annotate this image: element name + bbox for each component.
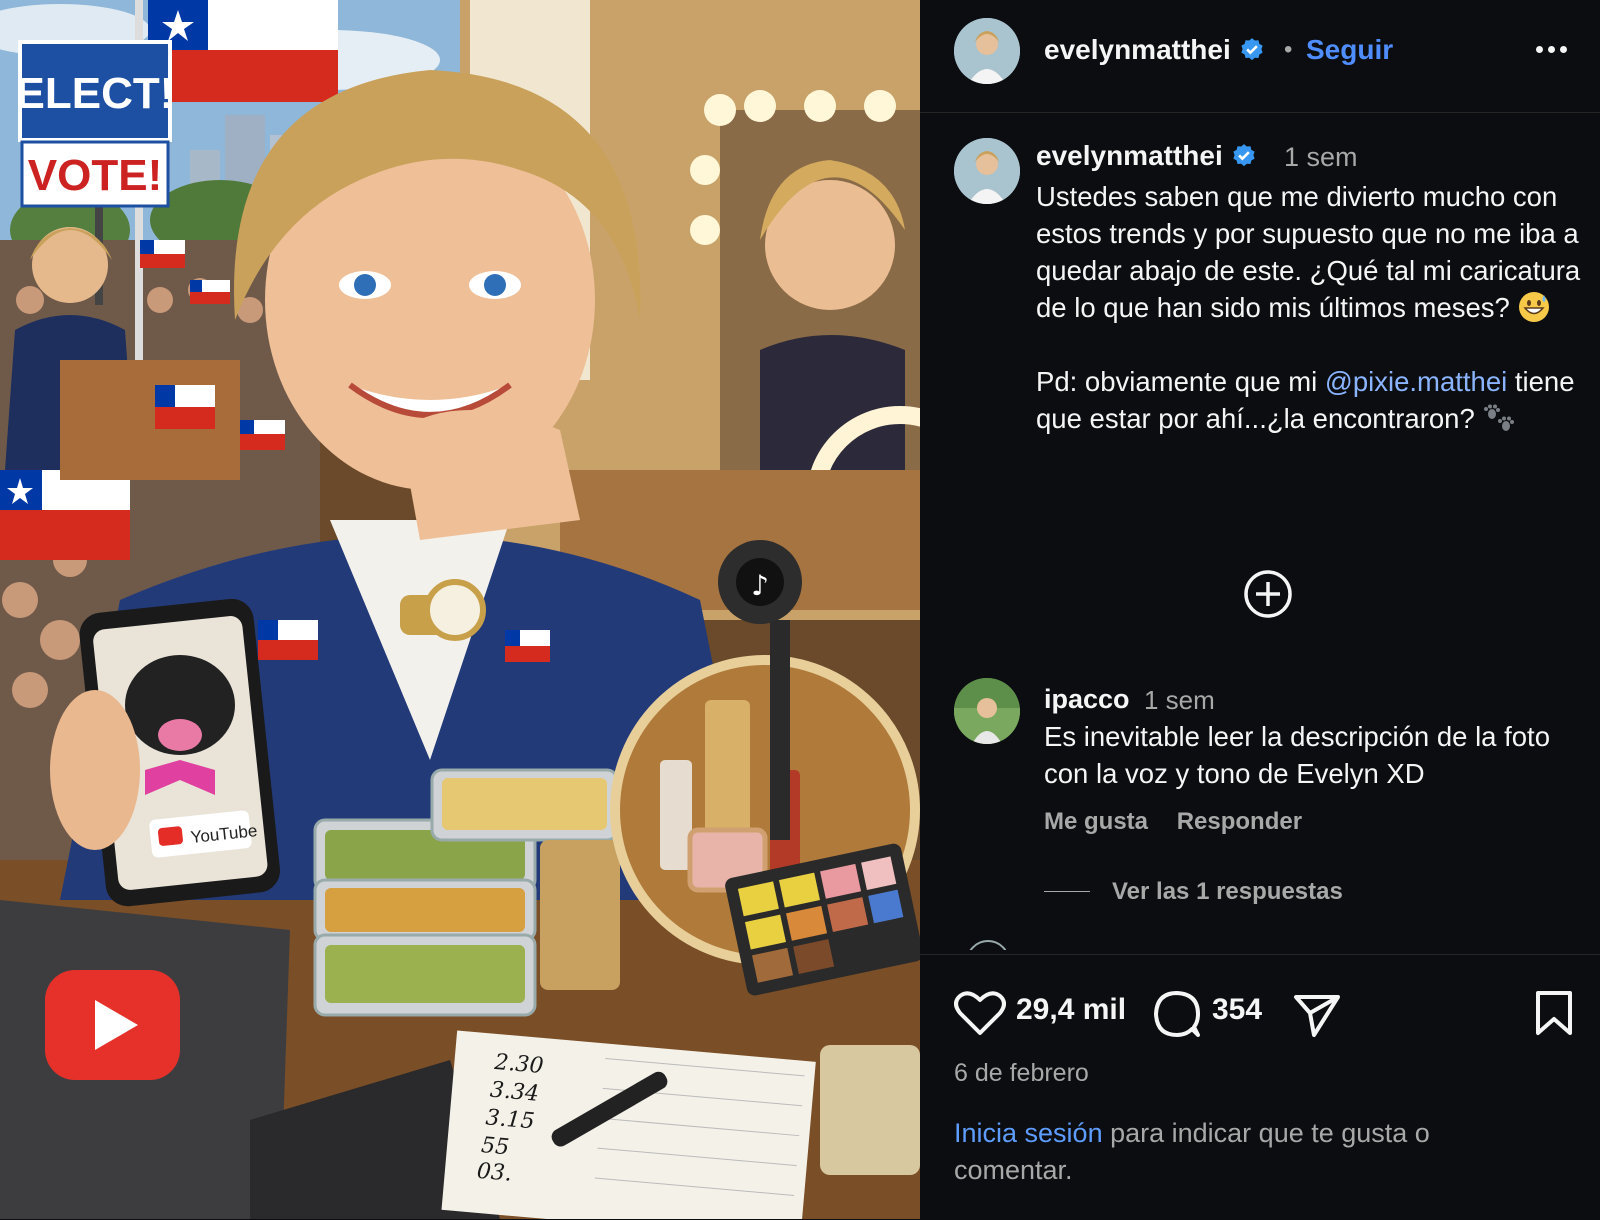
grinning-sweat-emoji-icon <box>1518 292 1549 322</box>
caption-text-part2: Pd: obviamente que mi <box>1036 366 1318 397</box>
verified-badge-icon <box>1241 38 1263 61</box>
post-date[interactable]: 6 de febrero <box>954 1059 1089 1088</box>
paw-prints-emoji-icon <box>1484 404 1515 431</box>
follow-button[interactable]: Seguir <box>1306 34 1393 66</box>
login-link[interactable]: Inicia sesión <box>954 1118 1103 1148</box>
header-separator: • <box>1284 36 1293 63</box>
post-side-panel: evelynmatthei • Seguir evelynmatthei 1 s… <box>920 0 1600 1220</box>
commenter-username[interactable]: ipacco <box>1044 684 1130 715</box>
load-more-comments-icon[interactable] <box>1242 568 1294 620</box>
notebook-value-1: 2.30 <box>492 1050 544 1079</box>
post-image[interactable]: ELECT! VOTE! YouTube ♪ 2.30 3.34 3.15 55… <box>0 0 920 1219</box>
next-comment-avatar <box>966 940 1006 950</box>
share-paper-plane-icon[interactable] <box>1292 991 1342 1039</box>
author-avatar[interactable] <box>954 18 1020 84</box>
comment-timestamp[interactable]: 1 sem <box>1144 685 1215 716</box>
caption-text: Ustedes saben que me divierto mucho con … <box>1036 178 1581 437</box>
commenter-avatar[interactable] <box>954 678 1020 744</box>
caption-text-part1: Ustedes saben que me divierto mucho con … <box>1036 181 1588 323</box>
post-header: evelynmatthei • Seguir <box>920 0 1600 113</box>
svg-text:♪: ♪ <box>751 569 769 602</box>
author-username[interactable]: evelynmatthei <box>1044 34 1265 66</box>
comment-count[interactable]: 354 <box>1212 993 1262 1027</box>
caption-avatar[interactable] <box>954 138 1020 204</box>
caricature-illustration: ELECT! VOTE! YouTube ♪ 2.30 3.34 3.15 55… <box>0 0 920 1219</box>
comment-bubble-icon[interactable] <box>1152 989 1202 1039</box>
heart-icon[interactable] <box>954 989 1006 1037</box>
caption-username-text[interactable]: evelynmatthei <box>1036 140 1223 171</box>
author-username-text[interactable]: evelynmatthei <box>1044 34 1231 65</box>
notebook-value-5: 03. <box>476 1159 513 1187</box>
comment-reply-button[interactable]: Responder <box>1177 808 1302 835</box>
verified-badge-icon <box>1233 144 1255 167</box>
notebook-value-3: 3.15 <box>485 1105 536 1134</box>
post-viewer: ELECT! VOTE! YouTube ♪ 2.30 3.34 3.15 55… <box>0 0 1600 1220</box>
mention-link[interactable]: @pixie.matthei <box>1325 366 1507 397</box>
view-replies-label[interactable]: Ver las 1 respuestas <box>1112 878 1343 905</box>
comment-text: Es inevitable leer la descripción de la … <box>1044 721 1550 789</box>
post-footer: 29,4 mil 354 6 de febrero Inicia sesión … <box>920 954 1600 1220</box>
notebook-value-2: 3.34 <box>489 1078 540 1107</box>
caption-username[interactable]: evelynmatthei <box>1036 140 1257 172</box>
caption-timestamp[interactable]: 1 sem <box>1284 142 1358 173</box>
notebook-value-4: 55 <box>480 1133 510 1160</box>
login-prompt: Inicia sesión para indicar que te gusta … <box>954 1115 1554 1189</box>
comment-actions: Me gusta Responder <box>1044 808 1324 836</box>
comment-like-button[interactable]: Me gusta <box>1044 808 1148 835</box>
view-replies-button[interactable]: Ver las 1 respuestas <box>1044 878 1343 906</box>
bookmark-icon[interactable] <box>1534 989 1574 1037</box>
replies-divider <box>1044 891 1090 892</box>
sign-elect-text: ELECT! <box>16 69 175 118</box>
more-options-icon[interactable] <box>1536 40 1576 60</box>
like-count[interactable]: 29,4 mil <box>1016 993 1126 1027</box>
sign-vote-text: VOTE! <box>28 151 162 200</box>
